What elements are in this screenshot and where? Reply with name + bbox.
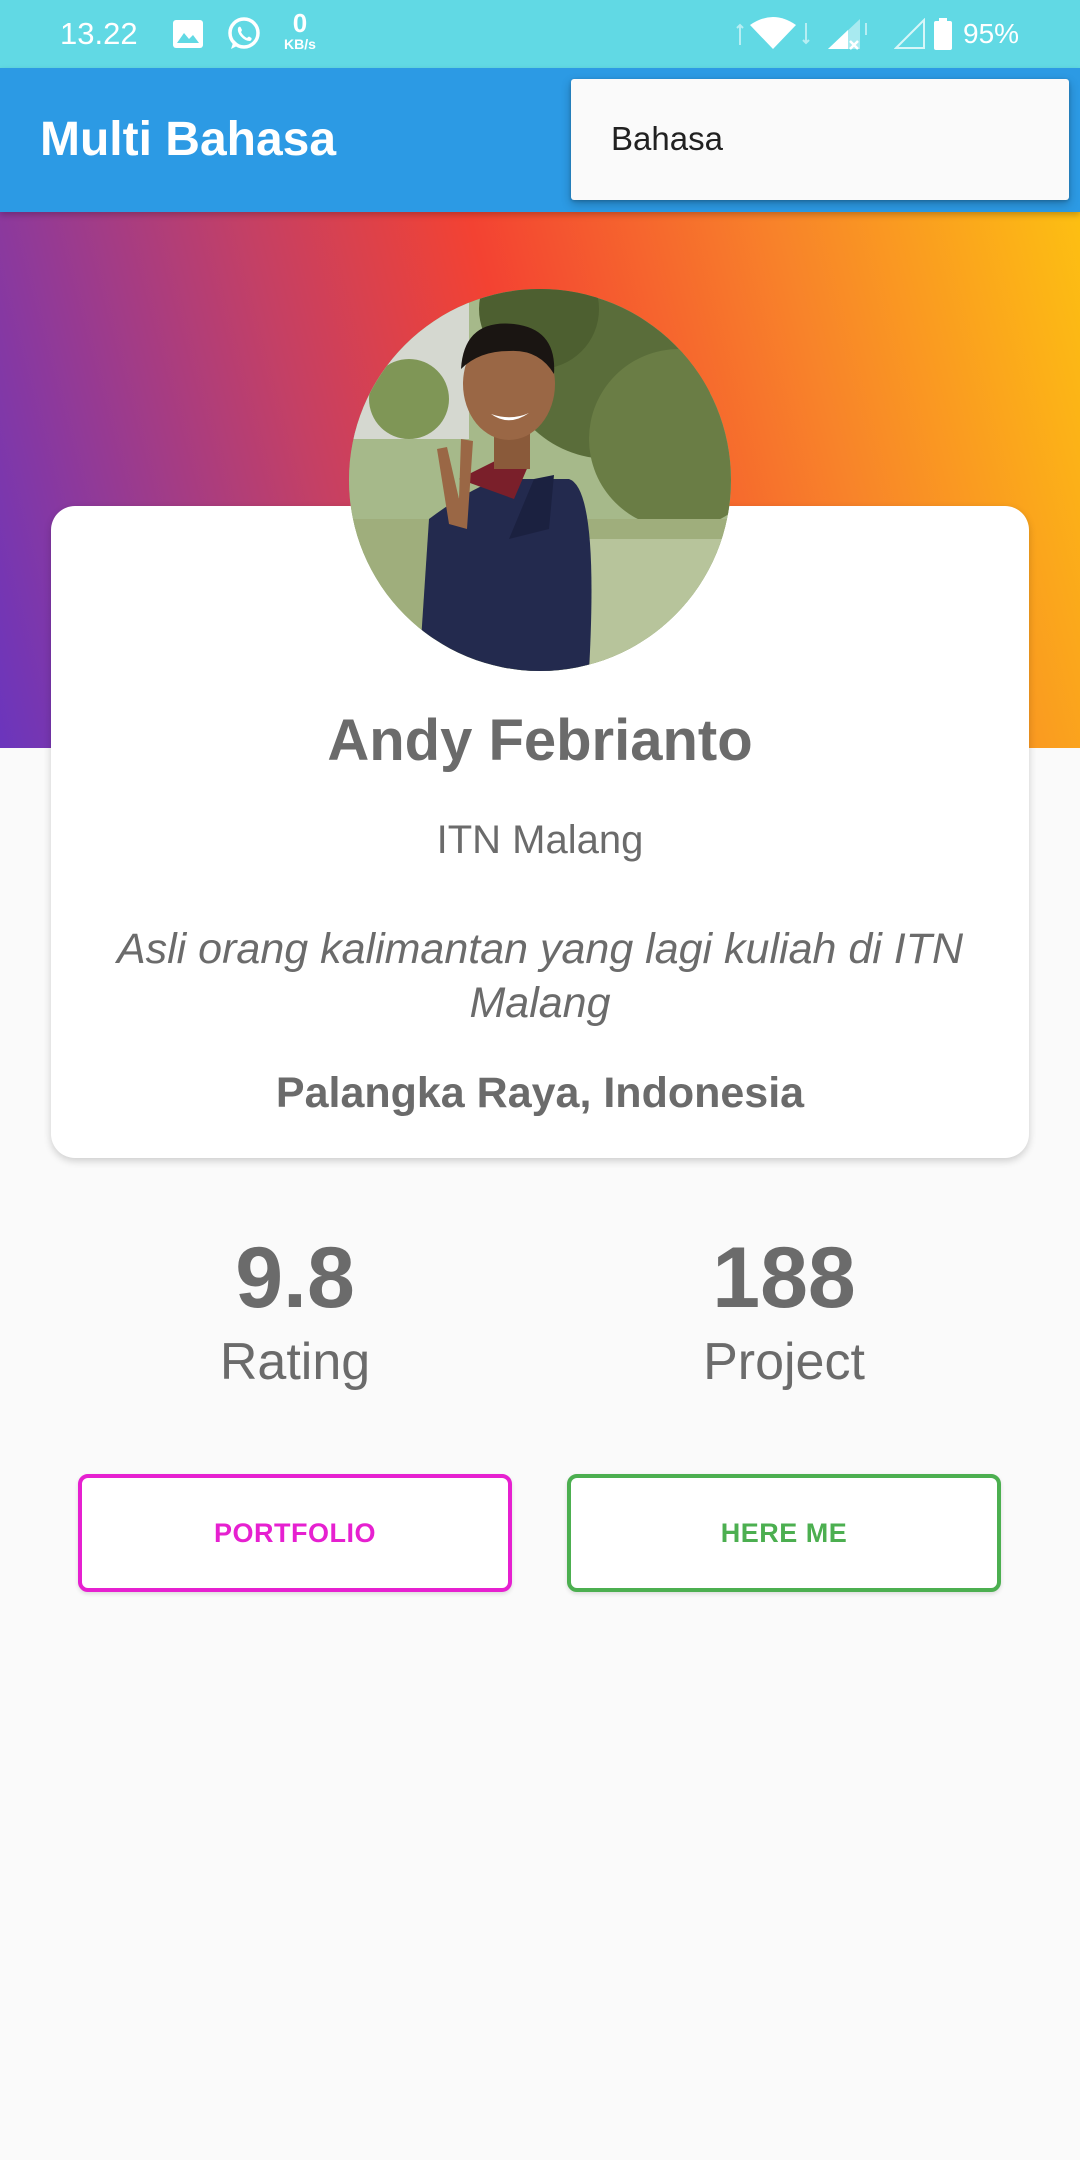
stat-project-value: 188 [712,1230,856,1326]
battery-icon [932,0,954,68]
avatar [349,289,731,671]
portfolio-button[interactable]: PORTFOLIO [78,1474,512,1592]
stat-rating: 9.8 Rating [95,1228,495,1394]
here-me-button[interactable]: HERE ME [567,1474,1001,1592]
here-me-button-label: HERE ME [720,1517,848,1548]
menu-item-bahasa[interactable]: Bahasa [611,119,723,159]
status-time: 13.22 [60,16,138,51]
app-title: Multi Bahasa [40,113,337,166]
profile-name: Andy Febrianto [327,708,753,773]
gallery-icon [172,0,204,68]
signal-empty-icon [894,0,926,68]
stat-project-label: Project [703,1333,865,1391]
network-speed-indicator: 0 KB/s [278,10,322,51]
overflow-menu: Bahasa [571,79,1069,200]
network-speed-unit: KB/s [284,36,316,52]
signal-icon [826,0,872,68]
network-speed-value: 0 [292,8,308,38]
battery-percent: 95% [963,18,1020,49]
portfolio-button-label: PORTFOLIO [214,1517,376,1548]
stat-project: 188 Project [584,1228,984,1394]
profile-location: Palangka Raya, Indonesia [275,1069,805,1117]
stat-rating-label: Rating [219,1333,371,1391]
profile-bio: Asli orang kalimantan yang lagi kuliah d… [116,925,964,1027]
whatsapp-icon [224,0,264,68]
stat-rating-value: 9.8 [235,1230,355,1326]
status-bar: 13.22 0 KB/s 95% [0,0,1080,68]
profile-campus: ITN Malang [436,818,644,862]
wifi-icon [736,0,810,68]
